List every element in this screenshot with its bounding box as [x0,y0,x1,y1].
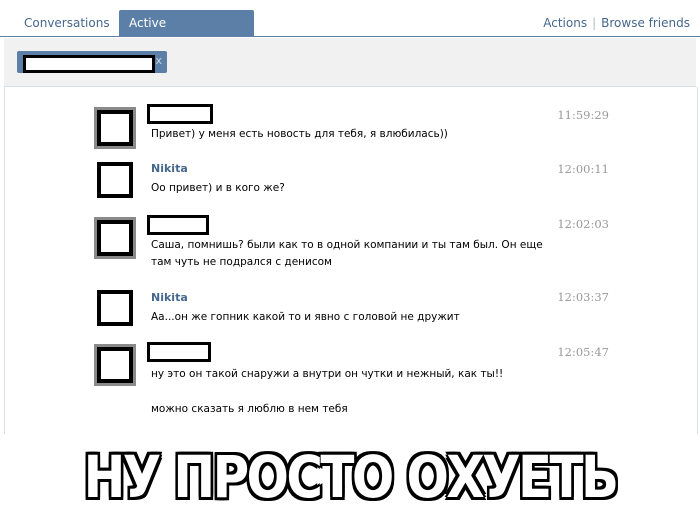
message-text: можно сказать я люблю в нем тебя [151,403,348,415]
conversation-panel: Привет) у меня есть новость для тебя, я … [4,87,698,434]
message-time: 12:03:37 [557,290,609,304]
message-text: Оо привет) и в кого же? [151,182,285,194]
message-text: Привет) у меня есть новость для тебя, я … [151,128,448,140]
browse-friends-link[interactable]: Browse friends [601,16,690,30]
message-time: 12:00:11 [557,162,609,176]
message-text: ну это он такой снаружи а внутри он чутк… [151,368,504,380]
sender-name[interactable]: Nikita [151,291,188,304]
avatar[interactable] [97,347,133,383]
tab-bar: Conversations Active conversations Actio… [0,0,700,56]
link-separator: | [592,16,597,30]
redacted-sender [147,104,213,124]
message-text: Саша, помнишь? были как то в одной компа… [151,239,543,268]
message-time: 12:02:03 [557,217,609,231]
message-time: 11:59:29 [557,108,609,122]
header-links: Actions | Browse friends [543,16,690,30]
tab-conversations[interactable]: Conversations [14,10,120,36]
avatar[interactable] [97,220,133,256]
recipient-token[interactable]: x [17,51,167,73]
filter-bar: x [4,38,696,87]
meme-caption: НУ ПРОСТО ОХУЕТЬ [83,443,619,511]
tab-active-conversations[interactable]: Active conversations [119,10,254,56]
remove-token-icon[interactable]: x [155,54,162,67]
redacted-name [23,55,155,73]
sender-name[interactable]: Nikita [151,162,188,175]
message-time: 12:05:47 [557,345,609,359]
avatar[interactable] [97,162,133,198]
redacted-sender [147,342,211,362]
avatar[interactable] [97,110,133,146]
actions-link[interactable]: Actions [543,16,587,30]
avatar[interactable] [97,290,133,326]
redacted-sender [147,215,209,235]
message-text: Аа...он же гопник какой то и явно с голо… [151,311,460,323]
